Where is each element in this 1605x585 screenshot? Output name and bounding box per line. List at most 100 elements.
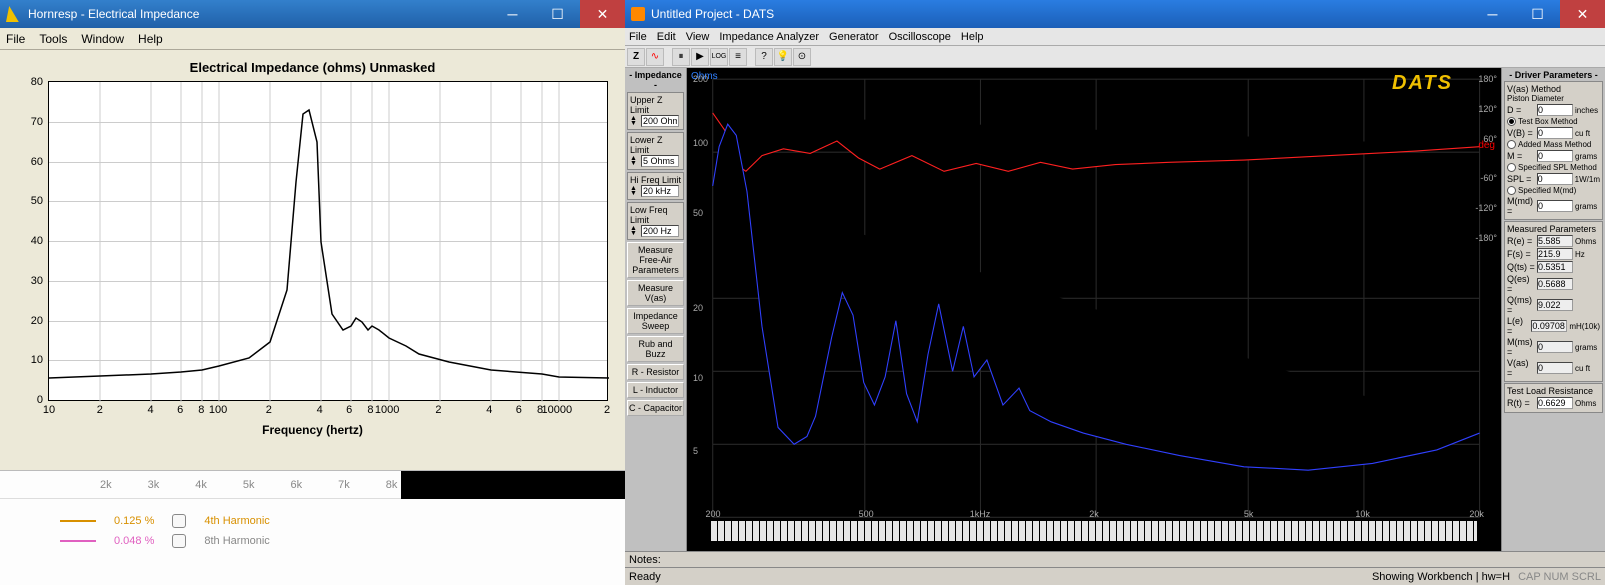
dats-logo: DATS <box>1392 72 1453 95</box>
checkbox-4th[interactable] <box>172 514 186 528</box>
dats-icon <box>631 7 645 21</box>
tool-pause-icon[interactable]: ⏸ <box>672 48 690 66</box>
impedance-sweep-button[interactable]: Impedance Sweep <box>627 308 684 334</box>
menu-generator[interactable]: Generator <box>829 31 879 43</box>
menu-edit[interactable]: Edit <box>657 31 676 43</box>
upper-z-input[interactable] <box>641 115 679 127</box>
measured-input[interactable] <box>1537 235 1573 247</box>
menu-file[interactable]: File <box>6 32 25 46</box>
status-ready: Ready <box>629 571 661 583</box>
k: L(e) = <box>1507 316 1529 336</box>
tool-bulb-icon[interactable]: 💡 <box>774 48 792 66</box>
checkbox-8th[interactable] <box>172 534 186 548</box>
mmd-input[interactable] <box>1537 200 1573 212</box>
spl-input[interactable] <box>1537 173 1573 185</box>
k: Q(ms) = <box>1507 295 1535 315</box>
low-freq-label: Low Freq Limit <box>630 205 681 225</box>
spinner-icon[interactable]: ▲▼ <box>630 156 640 166</box>
swatch-icon <box>60 540 96 542</box>
panel-title: - Driver Parameters - <box>1504 70 1603 80</box>
radio-mmd[interactable] <box>1507 186 1516 195</box>
lbl: Specified SPL Method <box>1518 163 1597 172</box>
dats-toolbar: Z ∿ ⏸ ▶ LOG ≡ ? 💡 ⊙ <box>625 46 1605 68</box>
resistor-button[interactable]: R - Resistor <box>627 364 684 380</box>
y-tick: 80 <box>31 76 43 88</box>
y-tick: 40 <box>31 235 43 247</box>
tick: 3k <box>148 479 160 491</box>
u: cu ft <box>1575 364 1590 373</box>
k: D = <box>1507 105 1535 115</box>
menu-file[interactable]: File <box>629 31 647 43</box>
tool-play-icon[interactable]: ▶ <box>691 48 709 66</box>
measure-freeair-button[interactable]: Measure Free-Air Parameters <box>627 242 684 278</box>
panel-title: - Impedance - <box>627 70 684 90</box>
yr-tick: -120° <box>1475 203 1497 213</box>
u: mH(10k) <box>1569 322 1600 331</box>
x-tick: 6 <box>516 404 522 416</box>
rt-input[interactable] <box>1537 397 1573 409</box>
spinner-icon[interactable]: ▲▼ <box>630 116 640 126</box>
low-freq-input[interactable] <box>641 225 679 237</box>
minimize-button[interactable]: ─ <box>1470 0 1515 28</box>
measured-input[interactable] <box>1537 278 1573 290</box>
menu-impedance[interactable]: Impedance Analyzer <box>719 31 819 43</box>
measure-vas-button[interactable]: Measure V(as) <box>627 280 684 306</box>
close-button[interactable]: ✕ <box>580 0 625 28</box>
m-input[interactable] <box>1537 150 1573 162</box>
hornresp-titlebar[interactable]: Hornresp - Electrical Impedance ─ ☐ ✕ <box>0 0 625 28</box>
notes-row[interactable]: Notes: <box>625 551 1605 567</box>
measured-input[interactable] <box>1531 320 1567 332</box>
k: V(B) = <box>1507 128 1535 138</box>
measured-input[interactable] <box>1537 341 1573 353</box>
impedance-plot[interactable]: 0 10 20 30 40 50 60 70 80 <box>48 81 608 401</box>
menu-help[interactable]: Help <box>961 31 984 43</box>
menu-oscilloscope[interactable]: Oscilloscope <box>889 31 951 43</box>
measured-input[interactable] <box>1537 299 1573 311</box>
tool-calib-icon[interactable]: ⊙ <box>793 48 811 66</box>
y-tick: 30 <box>31 275 43 287</box>
impedance-panel: - Impedance - Upper Z Limit ▲▼ Lower Z L… <box>625 68 687 551</box>
upper-z-label: Upper Z Limit <box>630 95 681 115</box>
yr-tick: -180° <box>1475 233 1497 243</box>
tool-sine-icon[interactable]: ∿ <box>646 48 664 66</box>
y-tick: 50 <box>31 195 43 207</box>
hi-freq-input[interactable] <box>641 185 679 197</box>
maximize-button[interactable]: ☐ <box>535 0 580 28</box>
menu-tools[interactable]: Tools <box>39 32 67 46</box>
radio-addedmass[interactable] <box>1507 140 1516 149</box>
close-button[interactable]: ✕ <box>1560 0 1605 28</box>
piano-keyboard-icon <box>711 521 1477 541</box>
yl-tick: 50 <box>693 208 703 218</box>
dats-window: Untitled Project - DATS ─ ☐ ✕ File Edit … <box>625 0 1605 585</box>
x-tick: 6 <box>346 404 352 416</box>
measured-input[interactable] <box>1537 362 1573 374</box>
lower-z-label: Lower Z Limit <box>630 135 681 155</box>
u: grams <box>1575 343 1597 352</box>
tool-z-icon[interactable]: Z <box>627 48 645 66</box>
tool-help-icon[interactable]: ? <box>755 48 773 66</box>
measured-input[interactable] <box>1537 261 1573 273</box>
measured-input[interactable] <box>1537 248 1573 260</box>
tick: 4k <box>195 479 207 491</box>
maximize-button[interactable]: ☐ <box>1515 0 1560 28</box>
yl-tick: 5 <box>693 446 698 456</box>
lower-z-input[interactable] <box>641 155 679 167</box>
spinner-icon[interactable]: ▲▼ <box>630 226 640 236</box>
menu-window[interactable]: Window <box>81 32 124 46</box>
minimize-button[interactable]: ─ <box>490 0 535 28</box>
capacitor-button[interactable]: C - Capacitor <box>627 400 684 416</box>
inductor-button[interactable]: L - Inductor <box>627 382 684 398</box>
tool-log-icon[interactable]: LOG <box>710 48 728 66</box>
x-tick: 500 <box>859 509 874 519</box>
menu-view[interactable]: View <box>686 31 710 43</box>
radio-testbox[interactable] <box>1507 117 1516 126</box>
radio-spl[interactable] <box>1507 163 1516 172</box>
spinner-icon[interactable]: ▲▼ <box>630 186 640 196</box>
tool-bars-icon[interactable]: ≡ <box>729 48 747 66</box>
dats-titlebar[interactable]: Untitled Project - DATS ─ ☐ ✕ <box>625 0 1605 28</box>
dats-plot[interactable]: Ohms DATS <box>687 68 1501 551</box>
vb-input[interactable] <box>1537 127 1573 139</box>
piston-input[interactable] <box>1537 104 1573 116</box>
menu-help[interactable]: Help <box>138 32 163 46</box>
rub-buzz-button[interactable]: Rub and Buzz <box>627 336 684 362</box>
